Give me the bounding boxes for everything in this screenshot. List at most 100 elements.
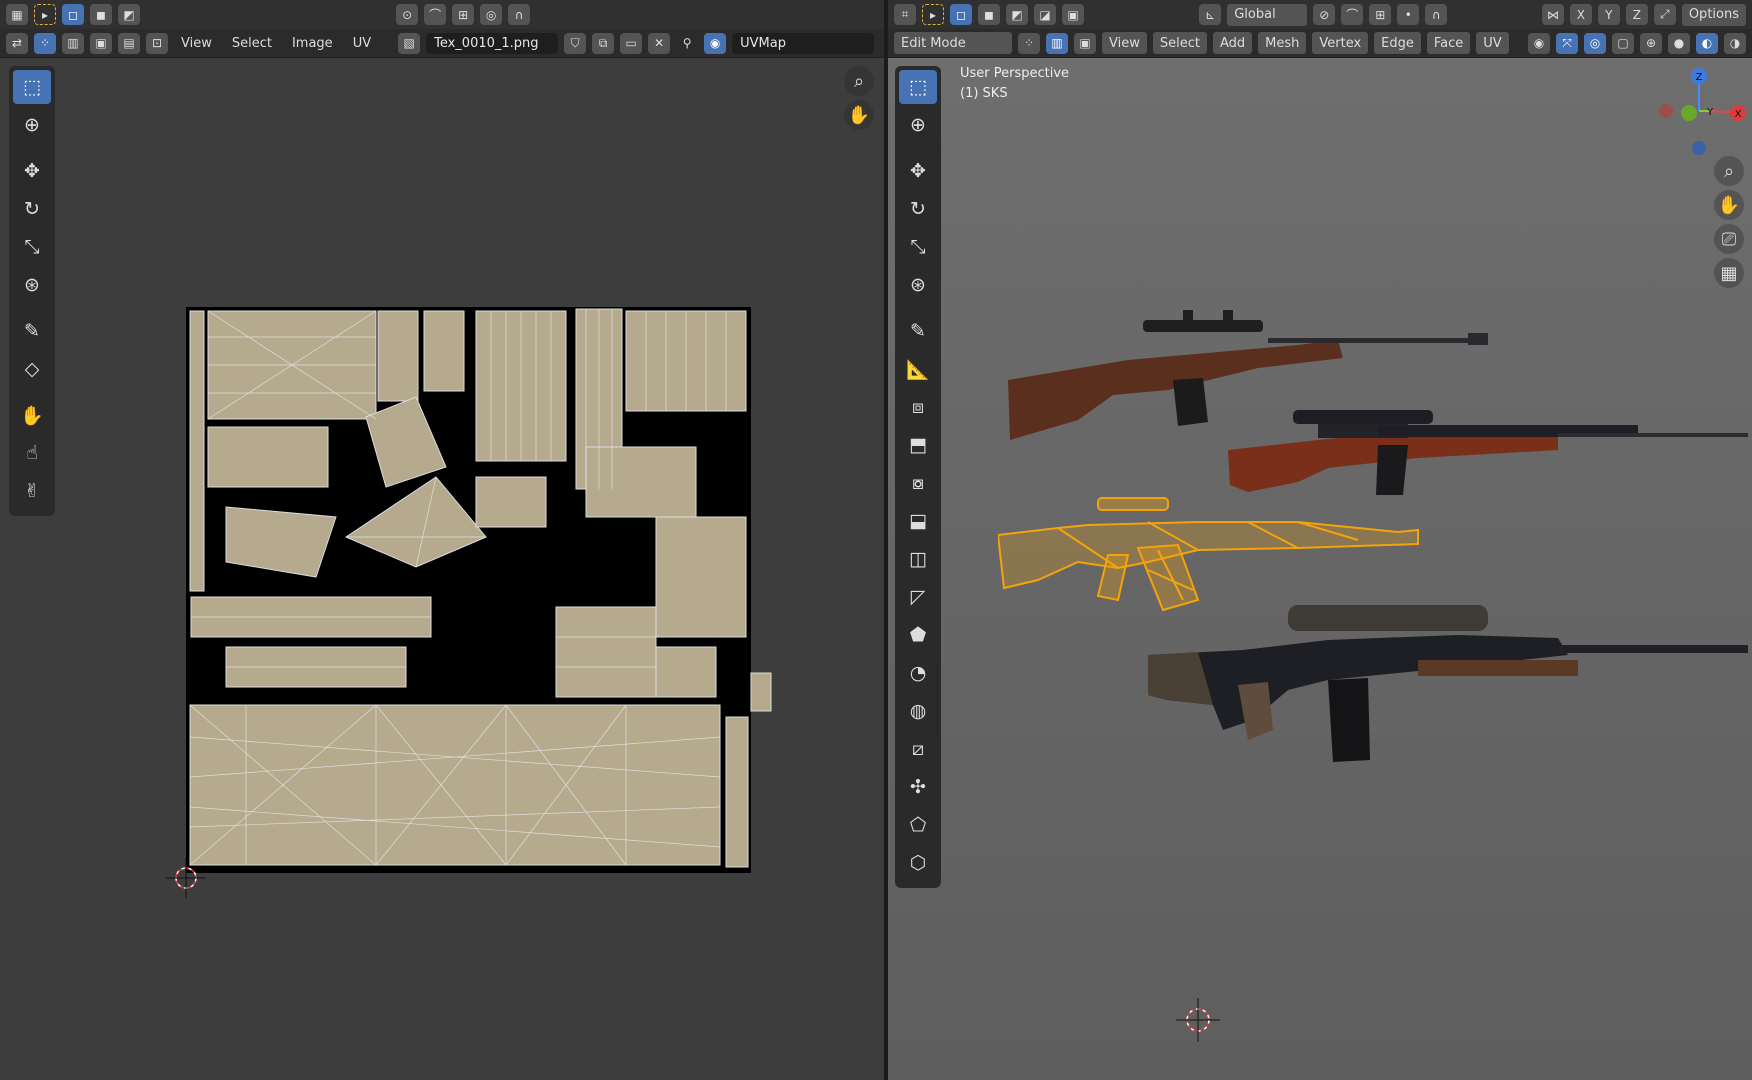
uv-face-mode-icon[interactable]: ▣	[90, 32, 112, 54]
camera-view-icon[interactable]: ⎚	[1714, 224, 1744, 254]
smooth-icon[interactable]: ◍	[899, 694, 937, 728]
poly-build-icon[interactable]: ⬟	[899, 618, 937, 652]
zoom-icon[interactable]: ⌕	[844, 66, 874, 96]
pivot-point-icon[interactable]: ⊘	[1313, 4, 1336, 25]
vp-select-subtract-icon[interactable]: ◩	[1006, 4, 1028, 25]
vp-proportional-icon[interactable]: •	[1397, 4, 1420, 25]
uv-menu-view[interactable]: View	[174, 32, 219, 54]
3d-cursor-icon[interactable]	[1176, 998, 1220, 1042]
uv-menu-image[interactable]: Image	[285, 32, 340, 54]
orientation-icon[interactable]: ⊾	[1199, 4, 1222, 25]
transform-icon[interactable]: ⊛	[13, 268, 51, 302]
pan-icon[interactable]: ✋	[844, 100, 874, 130]
gizmo-toggle-icon[interactable]: ⤧	[1556, 32, 1578, 54]
shrink-fatten-icon[interactable]: ✣	[899, 770, 937, 804]
new-image-icon[interactable]: ⧉	[592, 32, 615, 54]
uv-edge-mode-icon[interactable]: ▥	[62, 32, 84, 54]
scale-icon[interactable]: ⤡	[13, 230, 51, 264]
uv-editor-area[interactable]: ▦ ▸ ◻ ◼ ◩ ⊙ ⌒ ⊞ ◎ ∩ ⇄ ⁘ ▥ ▣ ▤ ⊡ View Sel…	[0, 0, 884, 1080]
extrude-icon[interactable]: ⬒	[899, 428, 937, 462]
open-image-icon[interactable]: ▭	[620, 32, 643, 54]
uv-menu-uv[interactable]: UV	[346, 32, 378, 54]
annotate-icon[interactable]: ✎	[13, 314, 51, 348]
navigation-gizmo[interactable]: Z Y X	[1658, 66, 1748, 166]
vp-menu-face[interactable]: Face	[1426, 32, 1471, 54]
solid-shading-icon[interactable]: ●	[1668, 32, 1690, 54]
grab-icon[interactable]: ✋	[13, 398, 51, 432]
uvmap-field[interactable]: UVMap	[732, 32, 875, 54]
vp-select-tool-icon[interactable]: ▸	[922, 4, 944, 25]
relax-icon[interactable]: ☝	[13, 436, 51, 470]
face-select-icon[interactable]: ▣	[1074, 32, 1096, 54]
vp-select-extend-icon[interactable]: ◼	[978, 4, 1000, 25]
fake-user-icon[interactable]: ⛉	[564, 32, 587, 54]
select-mode-new-icon[interactable]: ◻	[62, 4, 84, 25]
snap-target-icon[interactable]: ⊞	[452, 4, 475, 25]
uv-2d-cursor-icon[interactable]	[166, 858, 206, 898]
rotate-icon[interactable]: ↻	[13, 192, 51, 226]
unlink-image-icon[interactable]: ✕	[648, 32, 671, 54]
sticky-select-icon[interactable]: ⊡	[146, 32, 168, 54]
vp-select-intersect-icon[interactable]: ▣	[1062, 4, 1084, 25]
uv-island-mode-icon[interactable]: ▤	[118, 32, 140, 54]
rip-icon[interactable]: ◇	[13, 352, 51, 386]
move-icon[interactable]: ✥	[13, 154, 51, 188]
3d-viewport-area[interactable]: ⌗ ▸ ◻ ◼ ◩ ◪ ▣ ⊾ Global ⊘ ⌒ ⊞ • ∩ ⋈ X Y Z…	[888, 0, 1752, 1080]
transform-icon[interactable]: ⊛	[899, 268, 937, 302]
vp-select-new-icon[interactable]: ◻	[950, 4, 972, 25]
image-name-field[interactable]: Tex_0010_1.png	[426, 32, 559, 54]
xray-icon[interactable]: ▢	[1612, 32, 1634, 54]
annotate-icon[interactable]: ✎	[899, 314, 937, 348]
move-icon[interactable]: ✥	[899, 154, 937, 188]
uv-sync-icon[interactable]: ⇄	[6, 32, 28, 54]
uv-vertex-mode-icon[interactable]: ⁘	[34, 32, 56, 54]
add-cube-icon[interactable]: ⧈	[899, 390, 937, 424]
vp-menu-view[interactable]: View	[1102, 32, 1147, 54]
uv-texture-canvas[interactable]	[186, 307, 776, 877]
select-box-icon[interactable]: ⬚	[899, 70, 937, 104]
vp-pan-icon[interactable]: ✋	[1714, 190, 1744, 220]
cursor-icon[interactable]: ⊕	[899, 108, 937, 142]
pinch-icon[interactable]: ✌	[13, 474, 51, 508]
select-mode-subtract-icon[interactable]: ◩	[118, 4, 140, 25]
axis-x-toggle[interactable]: X	[1569, 4, 1592, 25]
axis-y-toggle[interactable]: Y	[1597, 4, 1620, 25]
spin-icon[interactable]: ◔	[899, 656, 937, 690]
pivot-icon[interactable]: ⊙	[396, 4, 419, 25]
vp-select-invert-icon[interactable]: ◪	[1034, 4, 1056, 25]
measure-icon[interactable]: 📐	[899, 352, 937, 386]
pin-icon[interactable]: ⚲	[676, 33, 698, 54]
bevel-icon[interactable]: ⬓	[899, 504, 937, 538]
cursor-icon[interactable]: ⊕	[13, 108, 51, 142]
wireframe-shading-icon[interactable]: ⊕	[1640, 32, 1662, 54]
select-mode-extend-icon[interactable]: ◼	[90, 4, 112, 25]
auto-merge-icon[interactable]: ⤢	[1653, 4, 1676, 25]
vp-snap-target-icon[interactable]: ⊞	[1369, 4, 1392, 25]
rendered-shading-icon[interactable]: ◑	[1724, 32, 1746, 54]
editor-type-3d-icon[interactable]: ⌗	[894, 4, 916, 25]
vp-overlay-icon[interactable]: ◎	[1584, 32, 1606, 54]
material-shading-icon[interactable]: ◐	[1696, 32, 1718, 54]
vp-menu-uv[interactable]: UV	[1476, 32, 1509, 54]
image-browse-icon[interactable]: ▧	[398, 32, 421, 54]
edge-select-icon[interactable]: ▥	[1046, 32, 1068, 54]
select-box-icon[interactable]: ⬚	[13, 70, 51, 104]
vp-menu-edge[interactable]: Edge	[1374, 32, 1421, 54]
falloff-icon[interactable]: ∩	[508, 4, 531, 25]
scene-objects[interactable]	[998, 300, 1752, 780]
vp-menu-select[interactable]: Select	[1152, 32, 1207, 54]
editor-type-icon[interactable]: ▦	[6, 4, 28, 25]
vp-zoom-icon[interactable]: ⌕	[1714, 156, 1744, 186]
vp-menu-mesh[interactable]: Mesh	[1258, 32, 1307, 54]
vertex-select-icon[interactable]: ⁘	[1018, 32, 1040, 54]
rotate-icon[interactable]: ↻	[899, 192, 937, 226]
snap-icon[interactable]: ⌒	[424, 4, 447, 25]
axis-z-toggle[interactable]: Z	[1625, 4, 1648, 25]
edge-slide-icon[interactable]: ⧄	[899, 732, 937, 766]
ortho-toggle-icon[interactable]: ▦	[1714, 258, 1744, 288]
vp-menu-add[interactable]: Add	[1212, 32, 1253, 54]
mode-dropdown[interactable]: Edit Mode	[894, 32, 1012, 54]
visibility-icon[interactable]: ◉	[1528, 32, 1550, 54]
vp-falloff-icon[interactable]: ∩	[1425, 4, 1448, 25]
vp-snap-icon[interactable]: ⌒	[1341, 4, 1364, 25]
